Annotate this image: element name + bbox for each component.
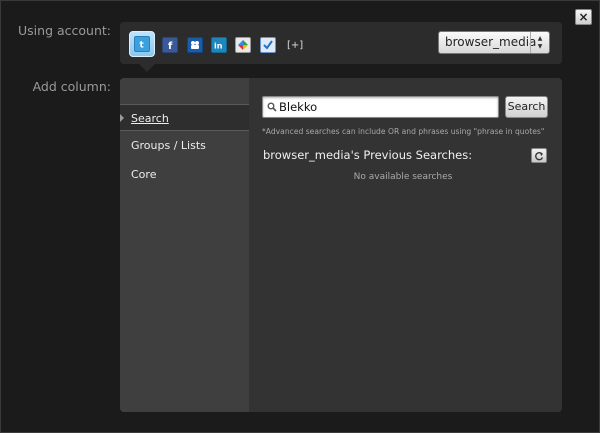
menu-item-label: Groups / Lists: [131, 139, 206, 152]
add-account-link[interactable]: [+]: [287, 40, 303, 51]
facebook-icon[interactable]: f: [162, 37, 178, 53]
search-icon: [267, 102, 277, 112]
select-arrows-icon: ▲ ▼: [530, 32, 549, 53]
account-select-value: browser_media: [445, 35, 537, 49]
menu-item-search[interactable]: Search: [120, 104, 249, 131]
search-pane: Search *Advanced searches can include OR…: [249, 78, 562, 412]
foursquare-icon[interactable]: [260, 37, 276, 53]
svg-text:f: f: [168, 41, 173, 50]
column-panel: Search Groups / Lists Core Search *Advan…: [120, 78, 562, 412]
close-button[interactable]: ×: [575, 9, 592, 25]
account-select[interactable]: browser_media ▲ ▼: [438, 31, 550, 54]
linkedin-icon[interactable]: in: [211, 37, 227, 53]
close-icon: ×: [578, 10, 589, 24]
search-hint: *Advanced searches can include OR and ph…: [262, 127, 545, 136]
account-pointer: [139, 64, 155, 72]
refresh-icon: [535, 151, 544, 160]
refresh-button[interactable]: [531, 148, 547, 163]
menu-item-groups-lists[interactable]: Groups / Lists: [120, 132, 249, 159]
menu-header: [120, 78, 249, 105]
search-button[interactable]: Search: [505, 96, 548, 118]
myspace-icon[interactable]: [187, 37, 203, 53]
previous-searches-title: browser_media's Previous Searches:: [263, 148, 473, 162]
using-account-label: Using account:: [18, 23, 111, 38]
menu-item-core[interactable]: Core: [120, 161, 249, 188]
menu-item-label: Search: [131, 112, 169, 125]
google-buzz-icon[interactable]: [235, 37, 251, 53]
search-box[interactable]: [262, 96, 499, 118]
column-type-menu: Search Groups / Lists Core: [120, 78, 249, 412]
twitter-icon: t: [134, 36, 150, 52]
account-bar: t f in [+] browser_media ▲ ▼: [120, 22, 562, 64]
add-column-label: Add column:: [32, 79, 111, 94]
search-input[interactable]: [279, 98, 495, 116]
active-arrow-icon: [120, 113, 124, 123]
svg-text:in: in: [214, 42, 223, 51]
menu-item-label: Core: [131, 168, 157, 181]
account-tab-twitter[interactable]: t: [129, 31, 155, 57]
empty-state-text: No available searches: [353, 172, 453, 182]
svg-text:t: t: [140, 41, 145, 50]
add-column-dialog: × Using account: t f in [+] browser_medi…: [0, 0, 600, 433]
